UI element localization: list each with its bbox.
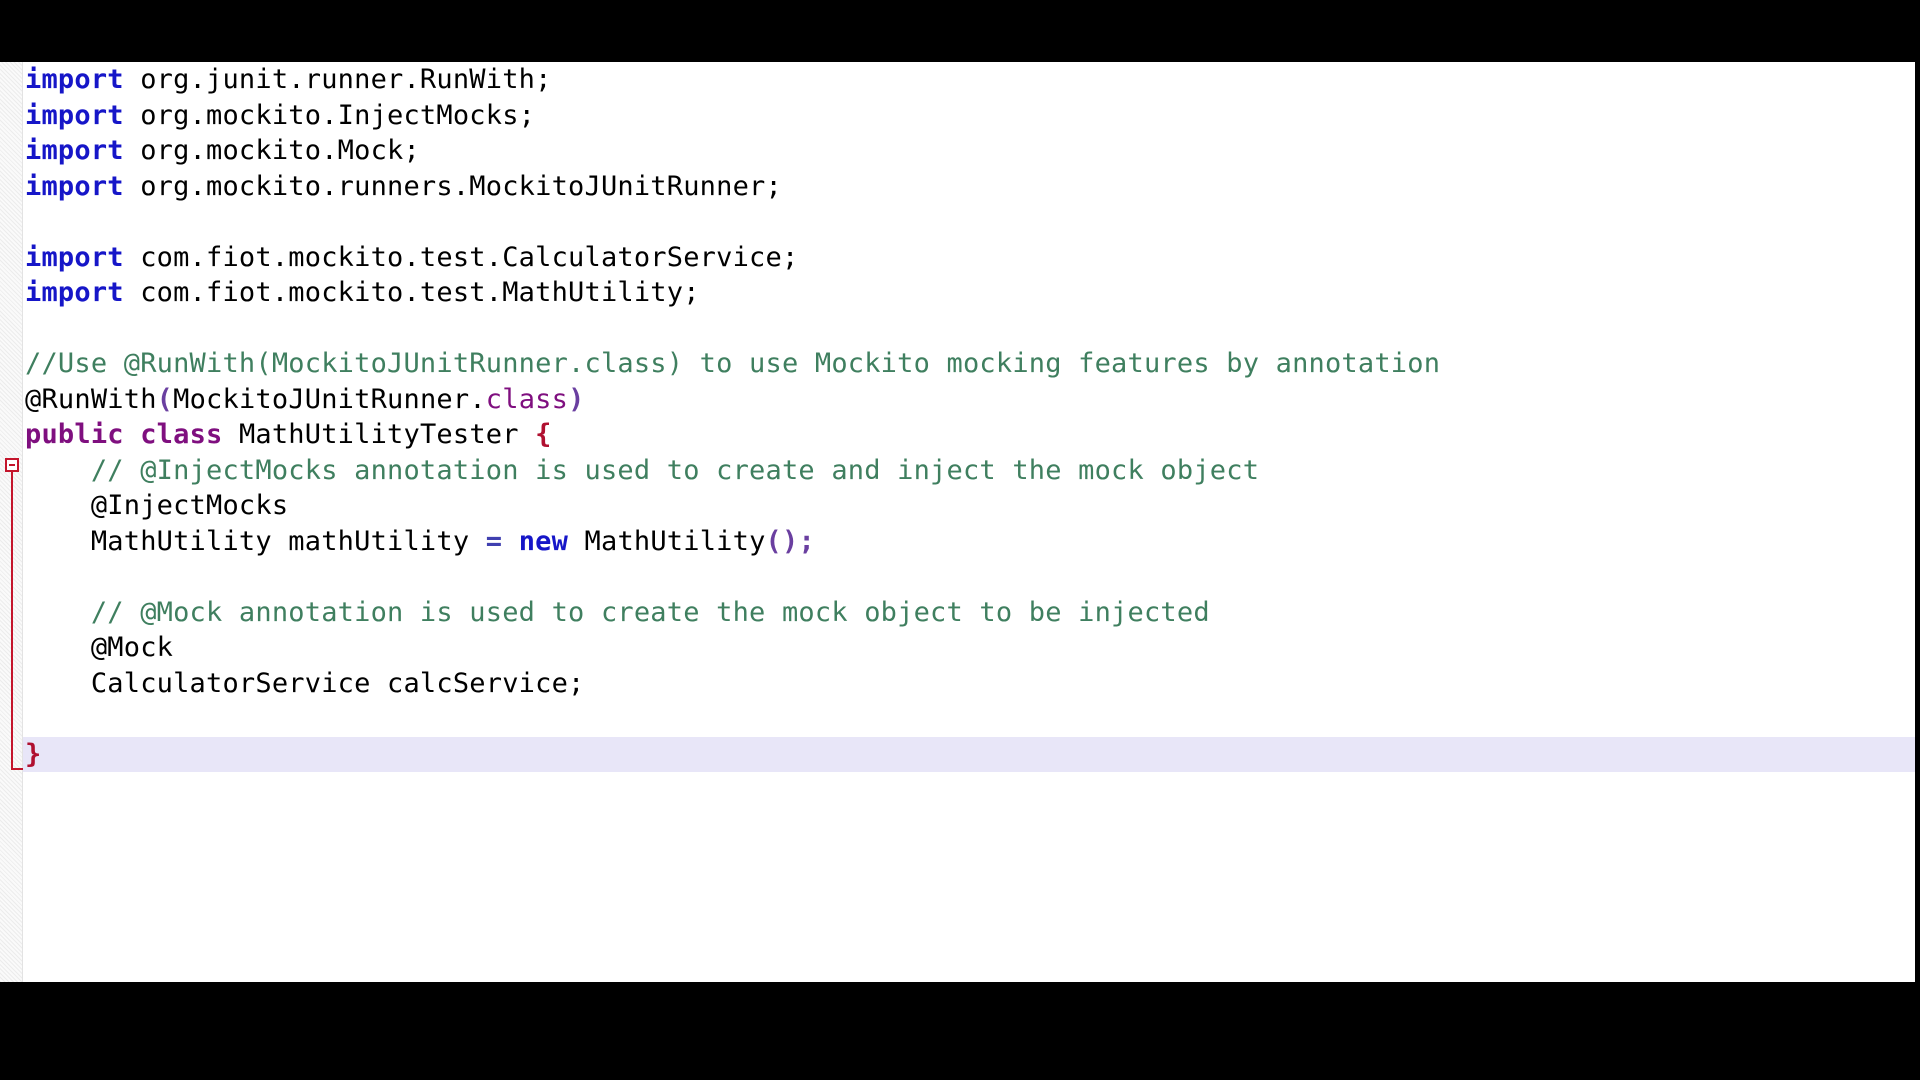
letterbox-top (0, 0, 1920, 62)
line-blank-3[interactable] (23, 559, 1915, 595)
line-class-declaration[interactable]: public class MathUtilityTester { (23, 417, 1915, 453)
line-annotation-runwith-token-0: @RunWith (25, 383, 157, 415)
line-class-declaration-token-3: MathUtilityTester (222, 419, 536, 450)
line-class-close-token-0: } (25, 738, 42, 770)
line-comment-mock-token-0: // @Mock annotation is used to create th… (25, 596, 1210, 628)
line-import-mathutility-token-0: import (25, 277, 124, 308)
line-annotation-mock-token-0: @Mock (25, 632, 174, 663)
line-annotation-injectmocks-token-0: @InjectMocks (25, 490, 289, 521)
line-import-mockitojunitrunner-token-0: import (25, 170, 124, 202)
fold-range-line (11, 472, 13, 770)
letterbox-bottom (0, 982, 1920, 1080)
line-import-runwith[interactable]: import org.junit.runner.RunWith; (23, 62, 1915, 98)
line-annotation-mock[interactable]: @Mock (23, 630, 1915, 666)
folding-gutter[interactable] (0, 62, 24, 982)
line-import-mock-token-1: org.mockito.Mock; (123, 135, 420, 166)
line-field-mathutility-token-5: (); (765, 525, 815, 557)
line-import-injectmocks-token-1: org.mockito.InjectMocks; (123, 99, 536, 131)
line-annotation-runwith[interactable]: @RunWith(MockitoJUnitRunner.class) (23, 382, 1915, 418)
line-annotation-injectmocks[interactable]: @InjectMocks (23, 488, 1915, 524)
line-field-mathutility[interactable]: MathUtility mathUtility = new MathUtilit… (23, 524, 1915, 560)
line-field-mathutility-token-0: MathUtility mathUtility (25, 525, 486, 557)
line-field-mathutility-token-3: new (518, 525, 569, 557)
line-blank-2[interactable] (23, 311, 1915, 347)
code-text-area[interactable]: import org.junit.runner.RunWith; import o… (23, 62, 1915, 982)
letterbox-right (1915, 0, 1920, 1080)
screenshot-root: import org.junit.runner.RunWith; import o… (0, 0, 1920, 1080)
line-import-injectmocks[interactable]: import org.mockito.InjectMocks; (23, 98, 1915, 134)
line-comment-runwith[interactable]: //Use @RunWith(MockitoJUnitRunner.class)… (23, 346, 1915, 382)
line-import-mathutility[interactable]: import com.fiot.mockito.test.MathUtility… (23, 275, 1915, 311)
line-import-mock-token-0: import (25, 135, 124, 166)
line-annotation-runwith-token-2: MockitoJUnitRunner. (173, 383, 486, 415)
line-import-runwith-token-0: import (25, 64, 124, 95)
fold-collapse-icon[interactable] (5, 458, 19, 472)
line-field-calcservice-token-0: CalculatorService calcService; (25, 667, 585, 699)
line-comment-mock[interactable]: // @Mock annotation is used to create th… (23, 595, 1915, 631)
line-import-calculatorservice[interactable]: import com.fiot.mockito.test.CalculatorS… (23, 240, 1915, 276)
line-comment-runwith-token-0: //Use @RunWith(MockitoJUnitRunner.class)… (25, 348, 1441, 379)
line-import-calculatorservice-token-1: com.fiot.mockito.test.CalculatorService; (123, 241, 799, 273)
line-annotation-runwith-token-3: class (485, 383, 569, 415)
line-class-declaration-token-0: public (25, 419, 124, 450)
line-import-mockitojunitrunner[interactable]: import org.mockito.runners.MockitoJUnitR… (23, 169, 1915, 205)
line-annotation-runwith-token-4: ) (568, 383, 585, 415)
line-field-mathutility-token-4: MathUtility (568, 525, 766, 557)
line-field-calcservice[interactable]: CalculatorService calcService; (23, 666, 1915, 702)
line-import-mathutility-token-1: com.fiot.mockito.test.MathUtility; (123, 277, 700, 308)
line-class-declaration-token-1 (124, 419, 140, 450)
line-comment-injectmocks[interactable]: // @InjectMocks annotation is used to cr… (23, 453, 1915, 489)
line-class-declaration-token-2: class (140, 419, 223, 450)
line-field-mathutility-token-1: = (485, 525, 503, 557)
code-editor[interactable]: import org.junit.runner.RunWith; import o… (0, 62, 1915, 982)
line-class-close[interactable]: } (23, 736, 1915, 772)
line-import-mock[interactable]: import org.mockito.Mock; (23, 133, 1915, 169)
line-comment-injectmocks-token-0: // @InjectMocks annotation is used to cr… (25, 454, 1260, 486)
line-import-runwith-token-1: org.junit.runner.RunWith; (123, 64, 552, 95)
line-blank-4[interactable] (23, 701, 1915, 737)
line-import-mockitojunitrunner-token-1: org.mockito.runners.MockitoJUnitRunner; (123, 170, 782, 202)
line-annotation-runwith-token-1: ( (156, 383, 174, 415)
line-import-calculatorservice-token-0: import (25, 241, 124, 273)
line-blank-1[interactable] (23, 204, 1915, 240)
line-import-injectmocks-token-0: import (25, 99, 124, 131)
line-field-mathutility-token-2 (502, 526, 518, 557)
line-class-declaration-token-4: { (535, 419, 552, 450)
